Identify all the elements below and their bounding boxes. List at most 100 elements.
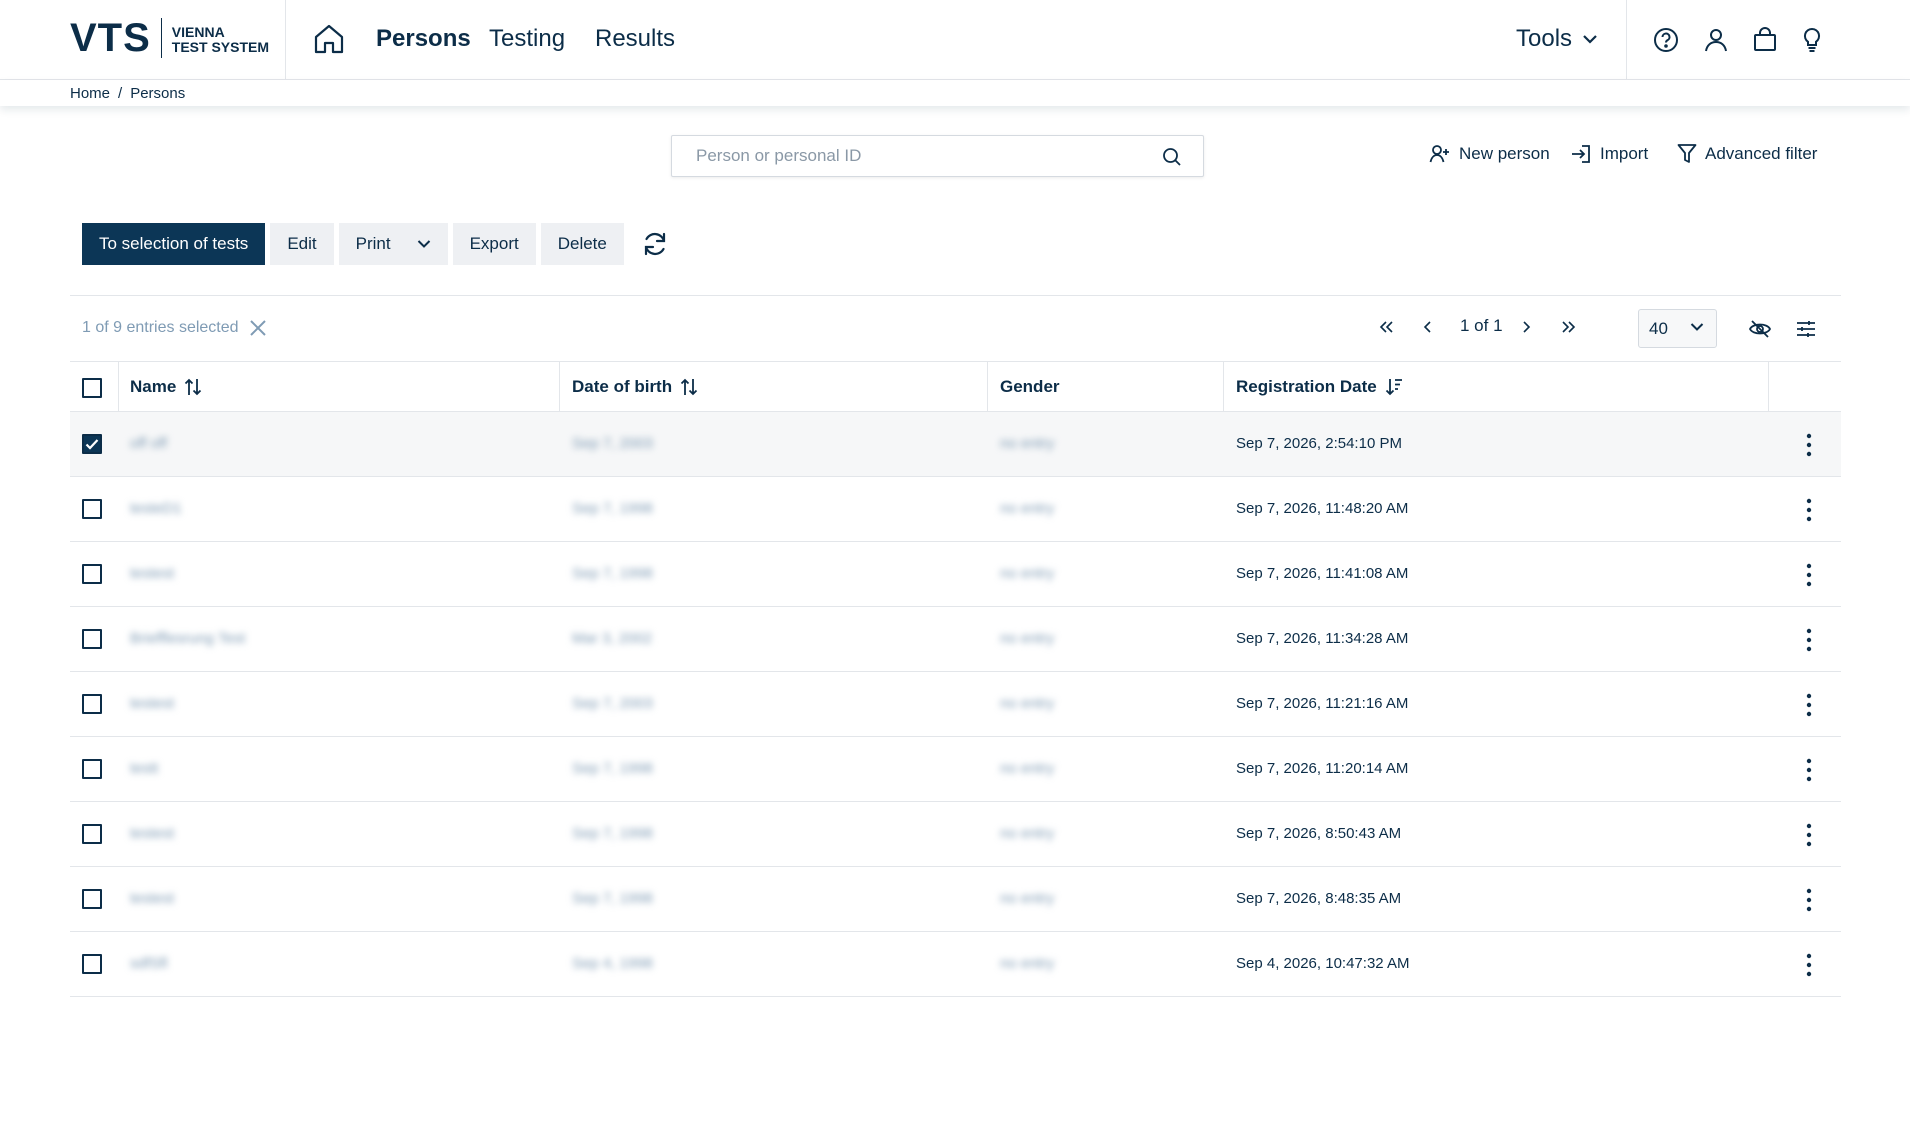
previous-page-icon[interactable] — [1423, 319, 1433, 339]
breadcrumb-home[interactable]: Home — [70, 85, 110, 102]
last-page-icon[interactable] — [1561, 319, 1577, 339]
delete-button[interactable]: Delete — [540, 223, 624, 265]
person-name[interactable]: off off — [130, 435, 167, 452]
lightbulb-icon[interactable] — [1798, 26, 1826, 54]
home-icon[interactable] — [312, 22, 346, 56]
select-all-checkbox[interactable] — [82, 378, 102, 398]
tools-menu[interactable]: Tools — [1516, 25, 1598, 53]
row-checkbox[interactable] — [82, 889, 102, 909]
column-settings-icon[interactable] — [1794, 318, 1818, 345]
table-row[interactable]: off off Sep 7, 2003 no entry Sep 7, 2026, 2… — [70, 412, 1841, 477]
gender: no entry — [1000, 760, 1055, 777]
column-header-gender[interactable]: Gender — [1000, 377, 1060, 397]
person-name[interactable]: testt — [130, 760, 158, 777]
first-page-icon[interactable] — [1378, 319, 1394, 339]
more-options-icon[interactable] — [1797, 627, 1821, 653]
table-row[interactable]: testeD1 Sep 7, 1998 no entry Sep 7, 2026, 1… — [70, 477, 1841, 542]
table-row[interactable]: testest Sep 7, 1998 no entry Sep 7, 2026, 1… — [70, 542, 1841, 607]
more-options-icon[interactable] — [1797, 692, 1821, 718]
gender: no entry — [1000, 955, 1055, 972]
nav-results[interactable]: Results — [595, 25, 675, 53]
person-name[interactable]: testest — [130, 825, 174, 842]
next-page-icon[interactable] — [1521, 319, 1531, 339]
import-button[interactable]: Import — [1570, 143, 1648, 165]
filter-icon — [1677, 144, 1697, 163]
more-options-icon[interactable] — [1797, 757, 1821, 783]
row-checkbox[interactable] — [82, 954, 102, 974]
search-input[interactable] — [672, 136, 1132, 176]
search-icon[interactable] — [1161, 146, 1183, 168]
row-checkbox[interactable] — [82, 564, 102, 584]
header-divider — [285, 0, 286, 80]
person-name[interactable]: testeD1 — [130, 500, 182, 517]
table-row[interactable]: sdfSfl Sep 4, 1998 no entry Sep 4, 2026, 10… — [70, 932, 1841, 997]
sort-icon — [185, 378, 202, 396]
new-person-button[interactable]: New person — [1429, 143, 1550, 165]
advanced-filter-button[interactable]: Advanced filter — [1677, 143, 1817, 165]
date-of-birth: Sep 7, 1998 — [572, 500, 653, 517]
breadcrumb: Home / Persons — [70, 85, 185, 102]
person-name[interactable]: testest — [130, 890, 174, 907]
registration-header-label: Registration Date — [1236, 377, 1377, 396]
column-header-registration-date[interactable]: Registration Date — [1236, 377, 1403, 397]
person-name[interactable]: Briefflesrung Test — [130, 630, 245, 647]
date-of-birth: Sep 7, 2003 — [572, 435, 653, 452]
person-name[interactable]: testest — [130, 695, 174, 712]
nav-testing[interactable]: Testing — [489, 25, 565, 53]
name-header-label: Name — [130, 377, 177, 396]
table-row[interactable]: testest Sep 7, 1998 no entry Sep 7, 2026, 8… — [70, 867, 1841, 932]
more-options-icon[interactable] — [1797, 497, 1821, 523]
more-options-icon[interactable] — [1797, 562, 1821, 588]
row-checkbox[interactable] — [82, 629, 102, 649]
print-button[interactable]: Print — [338, 223, 448, 265]
logo-divider — [160, 18, 162, 58]
row-checkbox[interactable] — [82, 434, 102, 454]
more-options-icon[interactable] — [1797, 822, 1821, 848]
shopping-bag-icon[interactable] — [1751, 26, 1779, 54]
table-header: Name Date of birth Gender Registration D… — [70, 362, 1841, 412]
column-header-name[interactable]: Name — [130, 377, 202, 397]
row-checkbox[interactable] — [82, 824, 102, 844]
more-options-icon[interactable] — [1797, 432, 1821, 458]
logo-text: VIENNA TEST SYSTEM — [172, 25, 269, 55]
chevron-down-icon — [1690, 323, 1704, 331]
registration-date: Sep 7, 2026, 11:20:14 AM — [1236, 760, 1409, 777]
export-button[interactable]: Export — [452, 223, 536, 265]
date-of-birth: Sep 7, 1998 — [572, 760, 653, 777]
table-row[interactable]: testest Sep 7, 2003 no entry Sep 7, 2026, 1… — [70, 672, 1841, 737]
person-name[interactable]: sdfSfl — [130, 955, 168, 972]
column-header-date-of-birth[interactable]: Date of birth — [572, 377, 698, 397]
hide-columns-icon[interactable] — [1748, 318, 1772, 345]
table-row[interactable]: testest Sep 7, 1998 no entry Sep 7, 2026, 8… — [70, 802, 1841, 867]
selection-count: 1 of 9 entries selected — [82, 319, 239, 336]
registration-date: Sep 7, 2026, 11:34:28 AM — [1236, 630, 1409, 647]
refresh-icon[interactable] — [633, 223, 677, 265]
table-row[interactable]: testt Sep 7, 1998 no entry Sep 7, 2026, 11:… — [70, 737, 1841, 802]
logo-mark: VTS — [70, 16, 151, 60]
gender: no entry — [1000, 565, 1055, 582]
nav-persons[interactable]: Persons — [376, 25, 471, 53]
column-divider — [559, 362, 560, 412]
row-checkbox[interactable] — [82, 694, 102, 714]
edit-button[interactable]: Edit — [270, 223, 334, 265]
more-options-icon[interactable] — [1797, 887, 1821, 913]
page-size-select[interactable]: 40 — [1638, 309, 1717, 348]
import-icon — [1572, 145, 1590, 163]
registration-date: Sep 7, 2026, 11:21:16 AM — [1236, 695, 1409, 712]
table-row[interactable]: Briefflesrung Test Mar 3, 2002 no entry Sep… — [70, 607, 1841, 672]
person-search — [671, 135, 1204, 177]
help-icon[interactable] — [1652, 26, 1680, 54]
row-checkbox[interactable] — [82, 759, 102, 779]
gender: no entry — [1000, 825, 1055, 842]
clear-selection-icon[interactable] — [249, 319, 267, 337]
column-divider — [1768, 362, 1769, 412]
user-icon[interactable] — [1702, 26, 1730, 54]
header-divider — [1626, 0, 1627, 80]
row-checkbox[interactable] — [82, 499, 102, 519]
registration-date: Sep 7, 2026, 11:48:20 AM — [1236, 500, 1409, 517]
more-options-icon[interactable] — [1797, 952, 1821, 978]
to-selection-of-tests-button[interactable]: To selection of tests — [82, 223, 266, 265]
vts-logo[interactable]: VTS VIENNA TEST SYSTEM — [70, 18, 269, 58]
breadcrumb-separator: / — [118, 85, 123, 102]
person-name[interactable]: testest — [130, 565, 174, 582]
